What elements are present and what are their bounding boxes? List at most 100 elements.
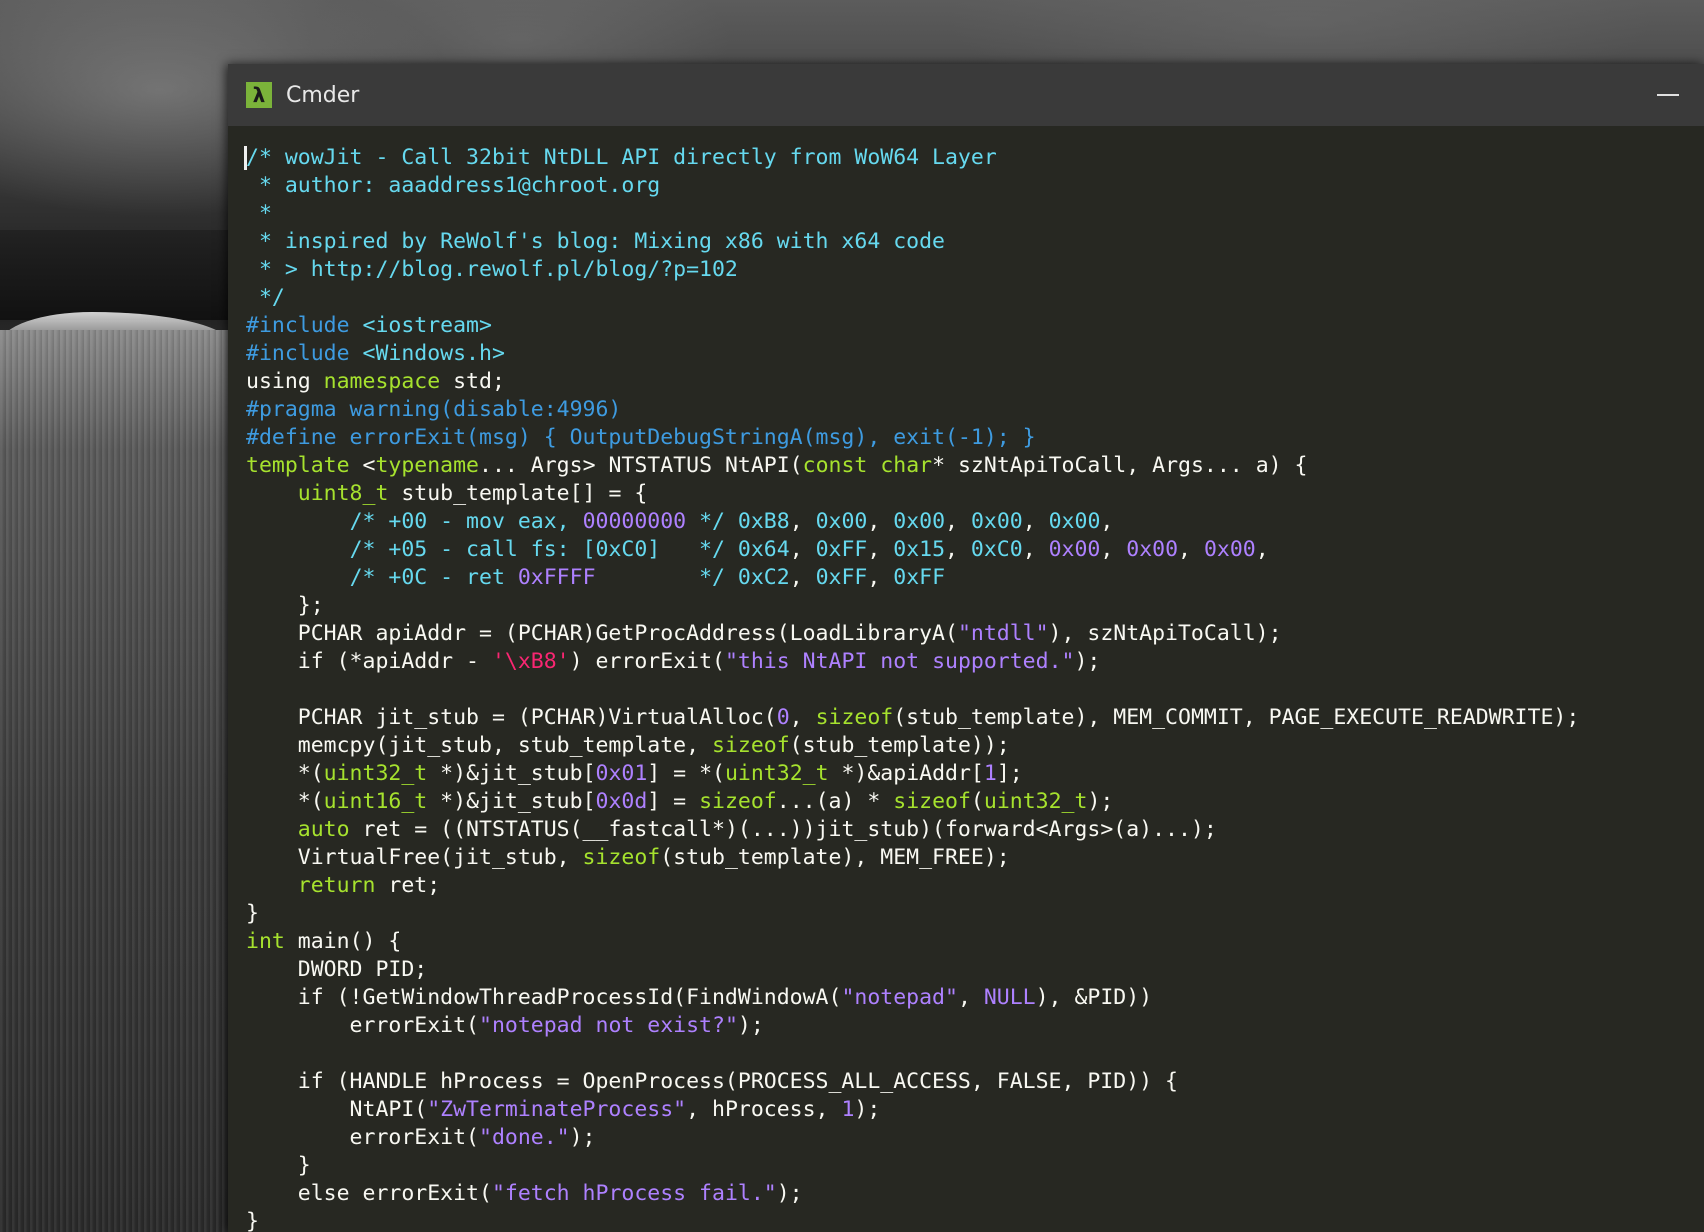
code-token: */ [595, 565, 725, 590]
code-token: 0 [776, 705, 790, 730]
code-token: } [246, 1153, 311, 1178]
code-token: 0x01 [595, 761, 648, 786]
code-token: ); [776, 1181, 803, 1206]
code-token: uint16_t [323, 789, 428, 814]
code-token: PCHAR apiAddr = (PCHAR)GetProcAddress(Lo… [246, 621, 958, 646]
minimize-button[interactable] [1632, 64, 1704, 126]
code-token: *( [246, 761, 324, 786]
code-token: , [789, 705, 816, 730]
code-token: "notepad not exist?" [479, 1013, 738, 1038]
code-token: "notepad" [841, 985, 958, 1010]
code-token: 0x00 [970, 509, 1023, 534]
code-line: * > http://blog.rewolf.pl/blog/?p=102 [246, 256, 1704, 284]
code-line: } [246, 900, 1704, 928]
code-token: , [867, 509, 894, 534]
code-line: PCHAR apiAddr = (PCHAR)GetProcAddress(Lo… [246, 620, 1704, 648]
code-token: 0x15 [893, 537, 946, 562]
code-line: #include <iostream> [246, 312, 1704, 340]
code-token: , hProcess, [686, 1097, 842, 1122]
code-token: , [1022, 509, 1049, 534]
code-token: 0xC0 [970, 537, 1023, 562]
text-cursor [244, 146, 247, 170]
code-token: sizeof [712, 733, 790, 758]
code-line: uint8_t stub_template[] = { [246, 480, 1704, 508]
wallpaper-waterfall [0, 330, 230, 1232]
code-token: typename [375, 453, 480, 478]
code-token: "ZwTerminateProcess" [427, 1097, 687, 1122]
code-token: errorExit( [246, 1125, 479, 1150]
code-line: #pragma warning(disable:4996) [246, 396, 1704, 424]
code-token: 0x00 [893, 509, 946, 534]
code-token: namespace [323, 369, 441, 394]
lambda-icon: λ [246, 82, 272, 108]
code-token: ... Args> NTSTATUS NtAPI( [479, 453, 803, 478]
code-token: , [1022, 537, 1049, 562]
code-token: 0xFF [893, 565, 946, 590]
code-line: using namespace std; [246, 368, 1704, 396]
code-token: *)&jit_stub[ [427, 789, 596, 814]
code-line: return ret; [246, 872, 1704, 900]
code-token: sizeof [815, 705, 894, 730]
code-token: */ [686, 509, 725, 534]
code-line: if (!GetWindowThreadProcessId(FindWindow… [246, 984, 1704, 1012]
titlebar[interactable]: λ Cmder [228, 64, 1704, 126]
code-token: '\xB8' [491, 649, 570, 674]
code-token: ); [1087, 789, 1114, 814]
code-token: , [867, 565, 894, 590]
code-line: else errorExit("fetch hProcess fail."); [246, 1180, 1704, 1208]
code-token: ret = ((NTSTATUS(__fastcall*)(...))jit_s… [349, 817, 1217, 842]
terminal-output[interactable]: /* wowJit - Call 32bit NtDLL API directl… [228, 126, 1704, 1232]
code-token: PCHAR jit_stub = (PCHAR)VirtualAlloc( [246, 705, 777, 730]
code-token: main() { [284, 929, 402, 954]
code-line: * author: aaaddress1@chroot.org [246, 172, 1704, 200]
code-token: *)&apiAddr[ [828, 761, 984, 786]
code-token: /* +05 - call fs: [0xC0] */ [349, 537, 725, 562]
code-line: /* +05 - call fs: [0xC0] */ 0x64, 0xFF, … [246, 536, 1704, 564]
code-token: DWORD PID; [246, 957, 428, 982]
code-token: * inspired by ReWolf's blog: Mixing x86 … [246, 229, 945, 254]
code-line: *(uint16_t *)&jit_stub[0x0d] = sizeof...… [246, 788, 1704, 816]
code-token: , [867, 537, 894, 562]
code-token: * szNtApiToCall, Args... a) { [932, 453, 1308, 478]
code-token: (stub_template), MEM_COMMIT, PAGE_EXECUT… [893, 705, 1580, 730]
code-line: }; [246, 592, 1704, 620]
code-line: } [246, 1208, 1704, 1232]
code-token: NtAPI( [246, 1097, 428, 1122]
code-token: *)&jit_stub[ [427, 761, 596, 786]
code-token: sizeof [893, 789, 971, 814]
code-token: } [246, 1209, 259, 1232]
code-token: (stub_template), MEM_FREE); [660, 845, 1010, 870]
code-token: sizeof [582, 845, 661, 870]
code-token: "this NtAPI not supported." [724, 649, 1075, 674]
code-line: PCHAR jit_stub = (PCHAR)VirtualAlloc(0, … [246, 704, 1704, 732]
code-token: std; [440, 369, 505, 394]
code-token: * author: aaaddress1@chroot.org [246, 173, 661, 198]
code-token: sizeof [699, 789, 777, 814]
code-line: VirtualFree(jit_stub, sizeof(stub_templa… [246, 844, 1704, 872]
code-token: ]; [996, 761, 1023, 786]
code-line: if (*apiAddr - '\xB8') errorExit("this N… [246, 648, 1704, 676]
code-line: /* +0C - ret 0xFFFF */ 0xC2, 0xFF, 0xFF [246, 564, 1704, 592]
code-token: 0x00 [1048, 509, 1101, 534]
code-token: #include [246, 313, 363, 338]
code-token: int [246, 929, 285, 954]
code-token: ) errorExit( [569, 649, 725, 674]
code-line: auto ret = ((NTSTATUS(__fastcall*)(...))… [246, 816, 1704, 844]
code-token: */ [246, 285, 285, 310]
code-token: uint8_t [297, 481, 389, 506]
code-token: else errorExit( [246, 1181, 492, 1206]
code-token: /* +00 - mov eax, [349, 509, 583, 534]
code-line: * [246, 200, 1704, 228]
code-token: ...(a) * [776, 789, 894, 814]
code-token: } [246, 901, 259, 926]
code-token: uint32_t [983, 789, 1088, 814]
code-token: 00000000 [582, 509, 687, 534]
code-token: ); [854, 1097, 881, 1122]
minimize-icon [1657, 94, 1679, 96]
code-line: #define errorExit(msg) { OutputDebugStri… [246, 424, 1704, 452]
code-token: ), szNtApiToCall); [1048, 621, 1282, 646]
code-token: char [880, 453, 933, 478]
